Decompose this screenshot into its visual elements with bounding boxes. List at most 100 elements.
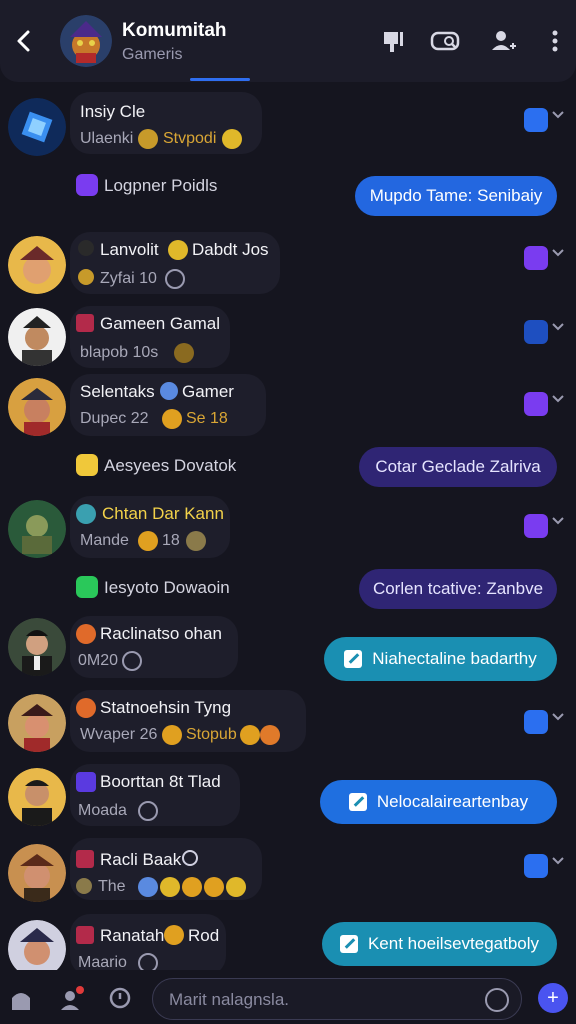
list-item[interactable]: Statnoehsin Tyng Wvaper 26 Stopub: [0, 690, 576, 760]
check-icon: [524, 392, 548, 416]
list-item[interactable]: Boorttan 8t Tlad Moada Nelocalaireartenb…: [0, 764, 576, 834]
chevron-down-icon[interactable]: [552, 248, 564, 258]
list-item[interactable]: Selentaks Gamer Dupec 22 Se 18: [0, 374, 576, 444]
emoji-icon: [160, 877, 180, 897]
game-icon: [76, 850, 94, 868]
user-status-extra: 18: [162, 532, 180, 549]
group-avatar[interactable]: [60, 15, 112, 67]
check-icon: [524, 514, 548, 538]
emoji-icon: [204, 877, 224, 897]
emoji-icon: [168, 240, 188, 260]
list-item[interactable]: Raclinatso ohan 0M20 Niahectaline badart…: [0, 616, 576, 686]
chevron-down-icon[interactable]: [552, 516, 564, 526]
pin-icon[interactable]: [378, 26, 408, 56]
list-item[interactable]: Ranatah Rod Maario Kent hoeilsevtegatbol…: [0, 914, 576, 978]
edit-icon: [348, 793, 367, 811]
list-item[interactable]: Gameen Gamal blapob 10s: [0, 306, 576, 376]
system-icon: [76, 576, 98, 598]
status-pill[interactable]: Cotar Geclade Zalriva: [359, 447, 557, 487]
emoji-icon: [138, 801, 158, 821]
user-status: Ulaenki: [80, 130, 134, 147]
clear-icon[interactable]: [485, 988, 509, 1012]
user-avatar: [8, 308, 66, 366]
message-input-placeholder: Marit nalagnsla.: [169, 990, 290, 1009]
status-pill[interactable]: Corlen tcative: Zanbve: [359, 569, 557, 609]
user-status: Wvaper 26: [80, 726, 158, 743]
emoji-icon: [222, 129, 242, 149]
emoji-icon: [240, 725, 260, 745]
user-name: Lanvolit: [100, 240, 159, 259]
game-icon: [76, 698, 96, 718]
chevron-down-icon[interactable]: [552, 394, 564, 404]
chevron-down-icon[interactable]: [552, 856, 564, 866]
search-icon[interactable]: [108, 986, 134, 1012]
user-status: Mande: [80, 532, 129, 549]
header-indicator: [190, 78, 250, 81]
add-member-icon[interactable]: [488, 26, 518, 56]
chevron-down-icon[interactable]: [552, 712, 564, 722]
system-label: Aesyees Dovatok: [104, 456, 237, 475]
notifications-icon[interactable]: [58, 986, 84, 1012]
user-name: Gameen Gamal: [100, 314, 220, 333]
chevron-down-icon[interactable]: [552, 322, 564, 332]
game-icon: [78, 240, 94, 256]
emoji-icon: [165, 269, 185, 289]
chevron-down-icon[interactable]: [552, 110, 564, 120]
emoji-icon: [138, 877, 158, 897]
user-name: Statnoehsin Tyng: [100, 698, 232, 717]
system-icon: [76, 174, 98, 196]
chat-title: Komumitah: [122, 20, 227, 41]
check-icon: [524, 108, 548, 132]
message-pill-label: Niahectaline badarthy: [372, 649, 537, 668]
emoji-icon: [122, 651, 142, 671]
user-name-extra: Gamer: [182, 382, 234, 401]
emoji-icon: [182, 850, 198, 866]
user-avatar: [8, 844, 66, 902]
game-icon: [76, 504, 96, 524]
emoji-icon: [260, 725, 280, 745]
user-name: Selentaks: [80, 382, 155, 401]
user-name: Chtan Dar Kann: [102, 504, 224, 523]
message-pill[interactable]: Nelocalaireartenbay: [320, 780, 557, 824]
list-item[interactable]: Lanvolit Dabdt Jos Zyfai 10: [0, 232, 576, 302]
system-item: Logpner Poidls Mupdo Tame: Senibaiy: [0, 170, 576, 224]
plus-icon: +: [547, 987, 559, 1009]
list-item[interactable]: Insiy Cle Ulaenki Stvpodi: [0, 92, 576, 162]
system-label: Iesyoto Dowaoin: [104, 578, 230, 597]
message-pill[interactable]: Niahectaline badarthy: [324, 637, 557, 681]
system-item: Aesyees Dovatok Cotar Geclade Zalriva: [0, 446, 576, 490]
user-avatar: [8, 618, 66, 676]
user-avatar: [8, 694, 66, 752]
emoji-icon: [160, 382, 178, 400]
user-name-extra: Dabdt Jos: [192, 240, 269, 259]
coin-icon: [76, 878, 92, 894]
message-pill-label: Nelocalaireartenbay: [376, 792, 529, 811]
list-item[interactable]: Racli Baak The: [0, 838, 576, 908]
game-icon: [76, 926, 94, 944]
list-item[interactable]: Chtan Dar Kann Mande 18: [0, 496, 576, 566]
gamepad-icon[interactable]: [430, 26, 460, 56]
user-status: Dupec 22: [80, 410, 149, 427]
user-avatar: [8, 378, 66, 436]
game-icon: [76, 624, 96, 644]
user-status: 0M20: [78, 652, 119, 669]
system-item: Iesyoto Dowaoin Corlen tcative: Zanbve: [0, 568, 576, 612]
message-input[interactable]: Marit nalagnsla.: [152, 978, 522, 1020]
message-pill[interactable]: Kent hoeilsevtegatboly: [322, 922, 557, 966]
system-icon: [76, 454, 98, 476]
send-button[interactable]: +: [538, 983, 568, 1013]
emoji-icon: [164, 925, 184, 945]
emoji-icon: [182, 877, 202, 897]
user-name: Ranatah: [100, 926, 165, 945]
user-name: Raclinatso ohan: [100, 624, 222, 643]
coin-icon: [174, 343, 194, 363]
more-options-icon[interactable]: [540, 26, 570, 56]
chat-subtitle: Gameris: [122, 46, 183, 63]
back-arrow-icon[interactable]: [10, 26, 38, 56]
profile-icon[interactable]: [8, 986, 34, 1012]
user-avatar: [8, 236, 66, 294]
game-icon: [76, 314, 94, 332]
user-name: Boorttan 8t Tlad: [100, 772, 221, 791]
status-pill[interactable]: Mupdo Tame: Senibaiy: [355, 176, 557, 216]
emoji-icon: [226, 877, 246, 897]
